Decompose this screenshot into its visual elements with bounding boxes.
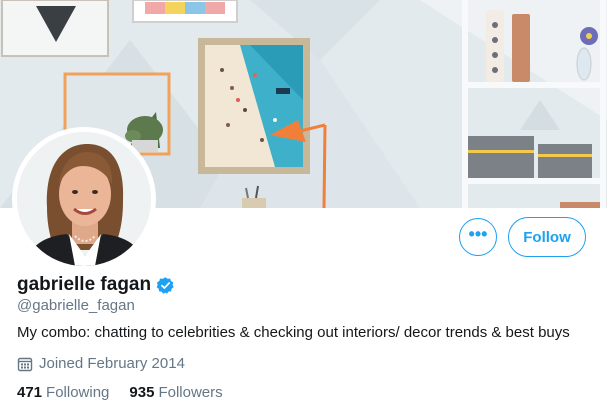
following-count: 471 bbox=[17, 384, 43, 401]
followers-link[interactable]: 935 Followers bbox=[129, 384, 222, 401]
following-label: Following bbox=[46, 384, 110, 401]
join-date-text: Joined February 2014 bbox=[39, 355, 185, 372]
profile-stats: 471 Following 935 Followers bbox=[17, 384, 243, 401]
calendar-icon bbox=[17, 356, 33, 372]
more-options-icon: ••• bbox=[468, 224, 488, 244]
profile-avatar[interactable] bbox=[12, 127, 156, 271]
avatar-photo bbox=[17, 132, 151, 266]
more-options-button[interactable]: ••• bbox=[459, 218, 497, 256]
following-link[interactable]: 471 Following bbox=[17, 384, 109, 401]
profile-bio: My combo: chatting to celebrities & chec… bbox=[17, 324, 570, 341]
verified-badge-icon bbox=[156, 276, 175, 295]
followers-count: 935 bbox=[129, 384, 155, 401]
followers-label: Followers bbox=[158, 384, 223, 401]
display-name-row: gabrielle fagan bbox=[17, 274, 175, 296]
join-date: Joined February 2014 bbox=[17, 355, 185, 372]
display-name: gabrielle fagan bbox=[17, 274, 152, 295]
follow-button[interactable]: Follow bbox=[508, 217, 586, 257]
user-handle: @gabrielle_fagan bbox=[17, 297, 135, 314]
